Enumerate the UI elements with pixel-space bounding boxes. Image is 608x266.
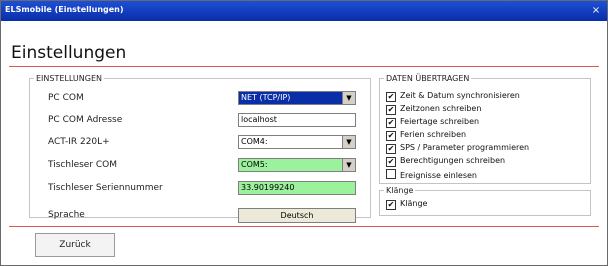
back-button[interactable]: Zurück <box>35 233 115 257</box>
chevron-down-icon[interactable]: ▼ <box>342 136 355 148</box>
checkbox-icon[interactable] <box>386 169 396 179</box>
checkbox-label: Ferien schreiben <box>400 130 467 139</box>
pc-com-address-label: PC COM Adresse <box>48 115 123 125</box>
checkbox-label: Klänge <box>400 199 428 208</box>
title-bar: ELSmobile (Einstellungen) × <box>1 1 607 21</box>
checkbox-label: SPS / Parameter programmieren <box>400 143 530 152</box>
chevron-down-icon[interactable]: ▼ <box>342 159 355 171</box>
pc-com-select[interactable]: NET (TCP/IP) ▼ <box>238 91 356 105</box>
pc-com-value: NET (TCP/IP) <box>241 93 291 102</box>
write-vacations-checkbox[interactable]: ✔ Ferien schreiben <box>386 130 466 141</box>
checkbox-icon[interactable]: ✔ <box>386 118 396 128</box>
checkbox-label: Berechtigungen schreiben <box>400 156 506 165</box>
checkbox-label: Zeitzonen schreiben <box>400 104 482 113</box>
tischleser-serial-label: Tischleser Seriennummer <box>48 183 163 193</box>
window-title: ELSmobile (Einstellungen) <box>5 5 124 14</box>
write-permissions-checkbox[interactable]: ✔ Berechtigungen schreiben <box>386 156 505 167</box>
tischleser-com-label: Tischleser COM <box>48 160 118 170</box>
act-ir-select[interactable]: COM4: ▼ <box>238 135 356 149</box>
page-title: Einstellungen <box>11 43 127 63</box>
checkbox-icon[interactable]: ✔ <box>386 92 396 102</box>
close-icon[interactable]: × <box>591 6 601 16</box>
settings-legend: EINSTELLUNGEN <box>36 74 103 83</box>
settings-window: ELSmobile (Einstellungen) × Einstellunge… <box>0 0 608 266</box>
checkbox-icon[interactable]: ✔ <box>386 157 396 167</box>
header-divider <box>9 66 599 67</box>
sync-datetime-checkbox[interactable]: ✔ Zeit & Datum synchronisieren <box>386 91 520 102</box>
act-ir-value: COM4: <box>241 137 268 146</box>
data-transfer-legend: DATEN ÜBERTRAGEN <box>386 74 470 83</box>
checkbox-label: Zeit & Datum synchronisieren <box>400 91 520 100</box>
data-transfer-group: DATEN ÜBERTRAGEN ✔ Zeit & Datum synchroni… <box>379 74 591 184</box>
checkbox-label: Ereignisse einlesen <box>400 171 478 180</box>
program-sps-checkbox[interactable]: ✔ SPS / Parameter programmieren <box>386 143 529 154</box>
chevron-down-icon[interactable]: ▼ <box>342 92 355 104</box>
sounds-checkbox[interactable]: ✔ Klänge <box>386 199 427 210</box>
write-holidays-checkbox[interactable]: ✔ Feiertage schreiben <box>386 117 479 128</box>
footer-divider <box>9 226 599 227</box>
tischleser-serial-input[interactable]: 33.90199240 <box>238 181 356 195</box>
checkbox-icon[interactable]: ✔ <box>386 131 396 141</box>
sprache-label: Sprache <box>48 210 85 220</box>
act-ir-label: ACT-IR 220L+ <box>48 137 110 147</box>
read-events-checkbox[interactable]: Ereignisse einlesen <box>386 169 477 180</box>
settings-group: EINSTELLUNGEN PC COM NET (TCP/IP) ▼ PC C… <box>29 74 371 223</box>
sounds-group: Klänge ✔ Klänge <box>379 186 591 216</box>
checkbox-icon[interactable]: ✔ <box>386 144 396 154</box>
language-button[interactable]: Deutsch <box>238 208 356 223</box>
tischleser-com-select[interactable]: COM5: ▼ <box>238 158 356 172</box>
checkbox-label: Feiertage schreiben <box>400 117 480 126</box>
checkbox-icon[interactable]: ✔ <box>386 200 396 210</box>
pc-com-label: PC COM <box>48 93 84 103</box>
sounds-legend: Klänge <box>386 186 414 195</box>
checkbox-icon[interactable]: ✔ <box>386 105 396 115</box>
tischleser-com-value: COM5: <box>241 160 268 169</box>
pc-com-address-input[interactable]: localhost <box>238 113 356 127</box>
write-timezones-checkbox[interactable]: ✔ Zeitzonen schreiben <box>386 104 481 115</box>
